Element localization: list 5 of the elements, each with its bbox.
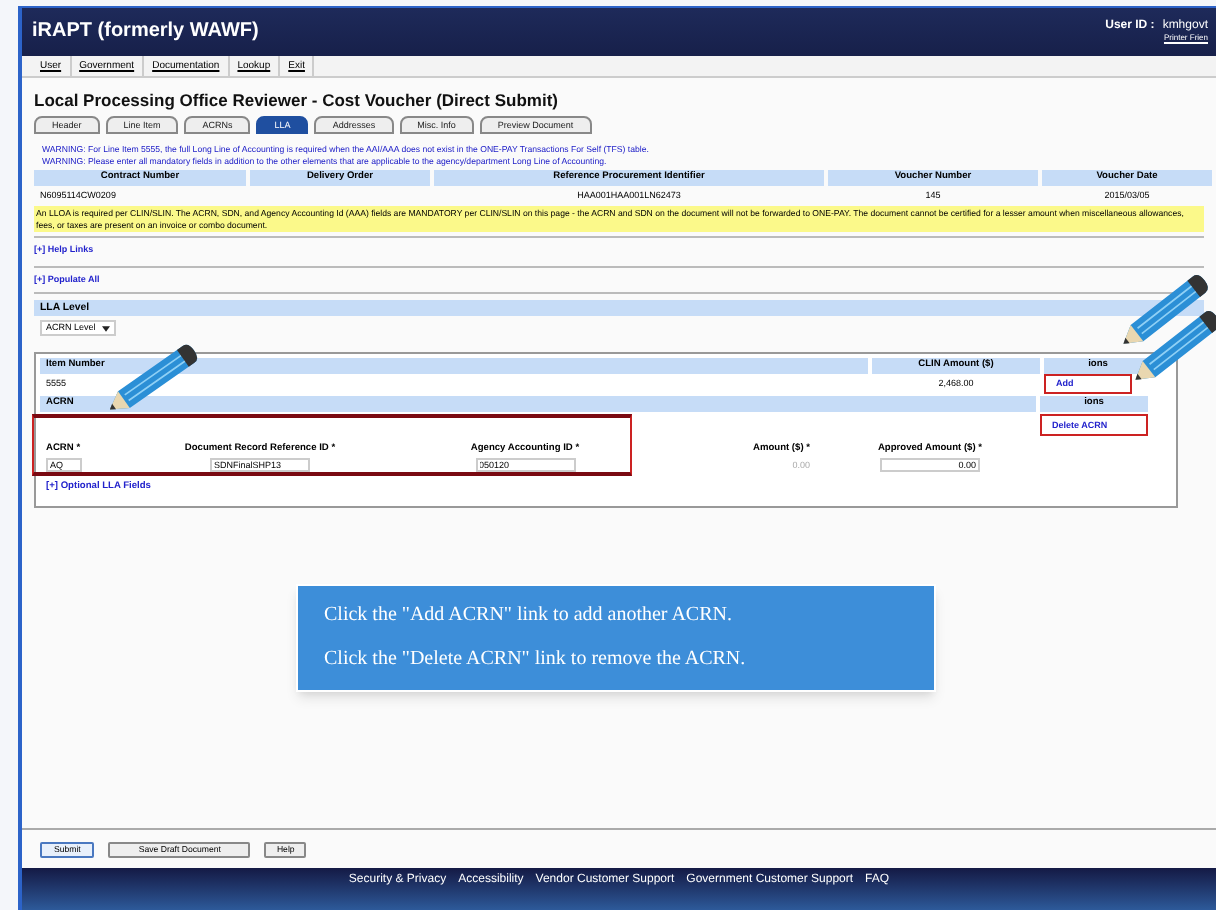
caret-icon [101, 325, 110, 332]
app-title: iRAPT (formerly WAWF) [32, 20, 259, 44]
page-title: Local Processing Office Reviewer - Cost Voucher (Direct Submit) [32, 88, 560, 111]
callout-text: Click the "Add ACRN" link to add another ACRN. [324, 604, 734, 628]
callout-text: Click the "Delete ACRN" link to remove the ACRN. [324, 648, 748, 672]
